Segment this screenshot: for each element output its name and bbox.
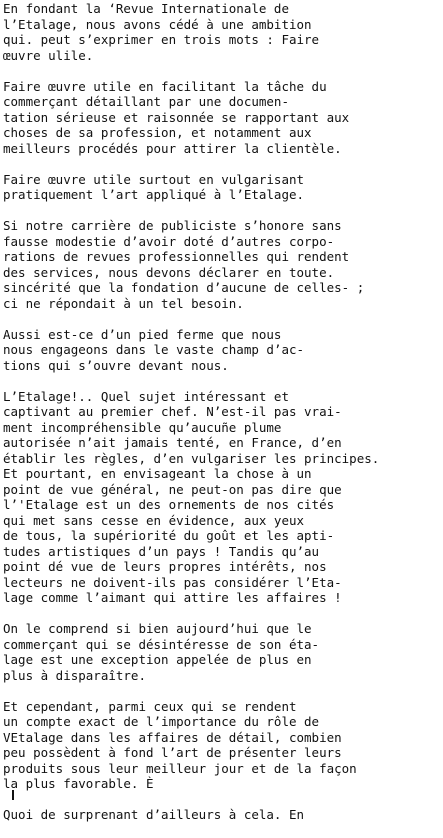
text-line: établir les règles, d’en vulgariser les … bbox=[3, 450, 380, 466]
text-line: lage est une exception appelée de plus e… bbox=[3, 652, 312, 667]
text-line: qui met sans cesse en évidence, aux yeux bbox=[3, 512, 305, 528]
text-line: tudes artistiques d’un pays ! Tandis qu’… bbox=[3, 543, 320, 559]
text-line: lecteurs ne doivent-ils pas considérer l… bbox=[3, 574, 342, 590]
paragraph: Faire œuvre utile surtout en vulgarisant… bbox=[3, 172, 443, 203]
text-line: commerçant qui se désintéresse de son ét… bbox=[3, 636, 320, 652]
text-line: un compte exact de l’importance du rôle … bbox=[3, 714, 320, 729]
text-line: choses de sa profession, et notamment au… bbox=[3, 125, 312, 140]
paragraph: En fondant la ‘Revue Internationale de l… bbox=[3, 1, 443, 63]
text-line: la plus favorable. È bbox=[3, 776, 154, 791]
text-line: Aussi est-ce d’un pied ferme que nous bbox=[3, 326, 282, 342]
text-line: Et cependant, parmi ceux qui se rendent bbox=[3, 698, 297, 714]
text-line: sincérité que la fondation d’aucune de c… bbox=[3, 280, 365, 295]
text-line: des services, nous devons déclarer en to… bbox=[3, 264, 335, 280]
text-line: pratiquement l’art appliqué à l’Etalage. bbox=[3, 187, 305, 202]
paragraph: L’Etalage!.. Quel sujet intéressant et c… bbox=[3, 389, 443, 606]
text-line: meilleurs procédés pour attirer la clien… bbox=[3, 140, 342, 156]
text-line: produits sous leur meilleur jour et de l… bbox=[3, 760, 357, 776]
text-line: point dé vue de leurs propres intérêts, … bbox=[3, 559, 327, 574]
text-line: œuvre ulile. bbox=[3, 47, 94, 63]
text-line: plus à disparaître. bbox=[3, 667, 146, 683]
text-line: On le comprend si bien aujourd’hui que l… bbox=[3, 621, 312, 636]
paragraph: Si notre carrière de publiciste s’honore… bbox=[3, 218, 443, 311]
text-line: l’Etalage, nous avons cédé à une ambitio… bbox=[3, 16, 312, 32]
text-line: fausse modestie d’avoir doté d’autres co… bbox=[3, 233, 335, 249]
text-line: qui. peut s’exprimer en trois mots : Fai… bbox=[3, 32, 320, 47]
text-line: Et pourtant, en envisageant la chose à u… bbox=[3, 466, 312, 481]
text-line: point de vue général, ne peut-on pas dir… bbox=[3, 481, 342, 497]
text-line: rations de revues professionnelles qui r… bbox=[3, 249, 350, 264]
text-line: lage comme l’aimant qui attire les affai… bbox=[3, 590, 342, 605]
text-line: L’Etalage!.. Quel sujet intéressant et bbox=[3, 388, 289, 404]
text-line: Faire œuvre utile surtout en vulgarisant bbox=[3, 171, 305, 187]
document-body: En fondant la ‘Revue Internationale de l… bbox=[3, 1, 443, 838]
text-line: nous engageons dans le vaste champ d’ac- bbox=[3, 342, 305, 357]
text-line: peu possèdent à fond l’art de présenter … bbox=[3, 745, 342, 760]
text-line: VEtalage dans les affaires de détail, co… bbox=[3, 729, 342, 745]
text-line: tions qui s’ouvre devant nous. bbox=[3, 357, 229, 373]
text-cursor bbox=[12, 790, 14, 800]
text-line: autorisée n’ait jamais tenté, en France,… bbox=[3, 435, 342, 450]
text-line: Si notre carrière de publiciste s’honore… bbox=[3, 218, 342, 233]
paragraph: Faire œuvre utile en facilitant la tâche… bbox=[3, 79, 443, 157]
text-line: ment incompréhensible qu’aucuñe plume bbox=[3, 419, 282, 435]
paragraph: Quoi de surprenant d’ailleurs à cela. En bbox=[3, 807, 443, 823]
text-line: captivant au premier chef. N’est-il pas … bbox=[3, 404, 342, 419]
text-line: l’'Etalage est un des ornements de nos c… bbox=[3, 497, 335, 512]
text-line: tation sérieuse et raisonnée se rapporta… bbox=[3, 109, 350, 125]
paragraph: Et cependant, parmi ceux qui se rendent … bbox=[3, 699, 443, 792]
text-line: ci ne répondait à un tel besoin. bbox=[3, 295, 244, 311]
text-line: En fondant la ‘Revue Internationale de bbox=[3, 1, 289, 16]
text-line: Faire œuvre utile en facilitant la tâche… bbox=[3, 78, 327, 94]
text-line: de tous, la supériorité du goût et les a… bbox=[3, 528, 335, 543]
text-line: Quoi de surprenant d’ailleurs à cela. En bbox=[3, 807, 305, 822]
paragraph: Aussi est-ce d’un pied ferme que nous no… bbox=[3, 327, 443, 374]
paragraph: On le comprend si bien aujourd’hui que l… bbox=[3, 621, 443, 683]
text-line: commerçant détaillant par une documen- bbox=[3, 94, 289, 109]
